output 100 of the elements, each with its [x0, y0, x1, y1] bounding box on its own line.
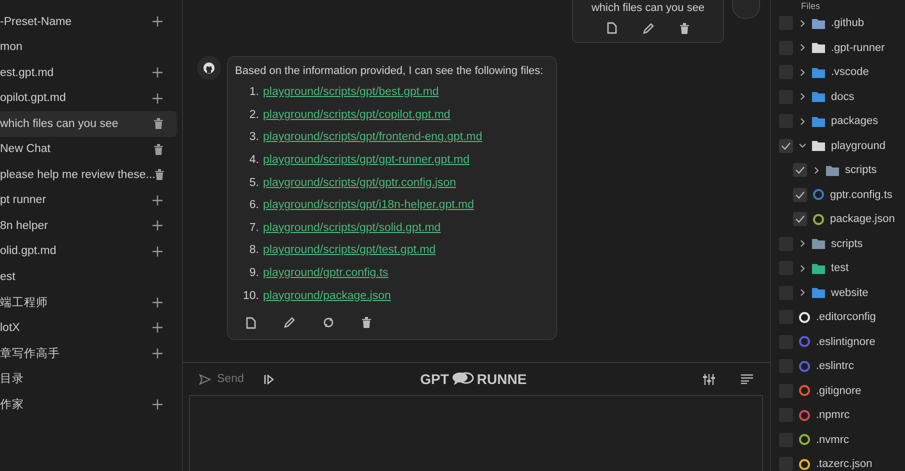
tree-item[interactable]: package.json — [771, 207, 905, 232]
tree-item-label: playground — [831, 140, 886, 152]
tree-item[interactable]: .vscode — [771, 60, 905, 84]
copy-icon[interactable] — [246, 316, 256, 329]
file-link[interactable]: playground/scripts/gpt/solid.gpt.md — [263, 222, 441, 234]
trash-icon[interactable] — [154, 144, 163, 155]
sidebar-item[interactable]: 8n helper — [0, 213, 177, 238]
tree-item[interactable]: website — [771, 280, 905, 305]
tree-item-label: .vscode — [831, 66, 869, 78]
tree-item-label: gptr.config.ts — [830, 188, 892, 201]
plus-icon[interactable] — [152, 194, 163, 206]
chevron-right-icon[interactable] — [799, 118, 806, 125]
tree-item[interactable]: .eslintignore — [771, 330, 905, 354]
play-icon[interactable] — [264, 374, 274, 384]
tree-item-label: .nvmrc — [816, 434, 849, 446]
sidebar-item[interactable]: New Chat — [0, 136, 177, 162]
sidebar-item[interactable]: 章写作高手 — [0, 340, 177, 366]
sidebar-item[interactable]: which files can you see — [0, 111, 177, 136]
trash-icon[interactable] — [155, 169, 164, 180]
sidebar-item[interactable]: est.gpt.md — [0, 60, 177, 86]
pencil-icon[interactable] — [643, 22, 654, 34]
file-link[interactable]: playground/scripts/gpt/best.gpt.md — [263, 86, 439, 98]
sidebar-item[interactable]: est — [0, 264, 177, 290]
sidebar-item[interactable]: 目录 — [0, 366, 177, 392]
plus-icon[interactable] — [152, 92, 163, 104]
tree-item-label: .tazerc.json — [816, 458, 872, 470]
chevron-right-icon[interactable] — [799, 68, 806, 76]
file-link[interactable]: playground/scripts/gpt/frontend-eng.gpt.md — [263, 131, 482, 144]
plus-icon[interactable] — [152, 220, 163, 232]
files-tab[interactable]: Files — [801, 0, 820, 10]
plus-icon[interactable] — [152, 16, 163, 28]
checkbox[interactable] — [779, 138, 793, 153]
trash-icon[interactable] — [680, 22, 689, 34]
tree-item[interactable]: docs — [771, 84, 905, 109]
chevron-right-icon[interactable] — [799, 93, 806, 100]
copy-icon[interactable] — [607, 22, 617, 34]
tree-item-label: scripts — [845, 164, 877, 176]
list-number: 2. — [248, 108, 260, 121]
list-icon[interactable] — [741, 374, 753, 384]
checkbox[interactable] — [793, 163, 807, 178]
tree-item[interactable]: .tazerc.json — [771, 452, 905, 471]
sidebar-item[interactable]: mon — [0, 34, 177, 60]
sidebar-item[interactable]: olid.gpt.md — [0, 238, 177, 264]
message-input-field[interactable] — [189, 395, 763, 471]
chevron-right-icon[interactable] — [799, 289, 806, 296]
tree-item[interactable]: scripts — [771, 232, 905, 256]
tree-item[interactable]: .gitignore — [771, 378, 905, 403]
sidebar-item[interactable]: pt runner — [0, 188, 177, 213]
tree-item[interactable]: .eslintrc — [771, 354, 905, 378]
sidebar-item[interactable]: lotX — [0, 315, 177, 340]
sidebar-item[interactable]: opilot.gpt.md — [0, 86, 177, 111]
message-text: which files can you see — [591, 2, 705, 14]
file-link[interactable]: playground/scripts/gpt/gptr.config.json — [263, 176, 456, 189]
sidebar-item[interactable]: 端工程师 — [0, 290, 177, 315]
trash-icon[interactable] — [362, 317, 371, 328]
sliders-icon[interactable] — [703, 374, 715, 384]
chevron-right-icon[interactable] — [799, 44, 806, 52]
file-link[interactable]: playground/scripts/gpt/copilot.gpt.md — [263, 108, 450, 121]
tree-item[interactable]: test — [771, 256, 905, 280]
pencil-icon[interactable] — [284, 317, 295, 328]
file-link[interactable]: playground/package.json — [263, 290, 391, 302]
tree-item[interactable]: .npmrc — [771, 403, 905, 428]
tree-item[interactable]: .nvmrc — [771, 428, 905, 452]
plus-icon[interactable] — [152, 246, 163, 257]
tree-item[interactable]: .editorconfig — [771, 305, 905, 330]
list-number: 5. — [248, 176, 260, 189]
plus-icon[interactable] — [152, 296, 163, 308]
file-link[interactable]: playground/scripts/gpt/i18n-helper.gpt.md — [263, 199, 474, 212]
tree-item[interactable]: scripts — [771, 158, 905, 182]
tree-item[interactable]: playground — [771, 134, 905, 158]
checkbox[interactable] — [793, 188, 807, 202]
chevron-right-icon[interactable] — [813, 166, 820, 174]
file-link[interactable]: playground/scripts/gpt/gpt-runner.gpt.md — [263, 154, 470, 166]
tree-item[interactable]: .gpt-runner — [771, 36, 905, 60]
plus-icon[interactable] — [152, 67, 163, 78]
plus-icon[interactable] — [152, 398, 163, 410]
file-link[interactable]: playground/gptr.config.ts — [263, 267, 388, 280]
chevron-right-icon[interactable] — [799, 264, 806, 272]
tree-item-label: .editorconfig — [816, 311, 876, 324]
plus-icon[interactable] — [152, 348, 163, 359]
tree-item[interactable]: .github — [771, 11, 905, 36]
logo-text: GPT — [420, 371, 449, 387]
sidebar-item[interactable]: please help me review these... — [0, 162, 177, 188]
tree-item[interactable]: gptr.config.ts — [771, 182, 905, 207]
plus-icon[interactable] — [152, 322, 163, 334]
list-number: 10. — [242, 290, 260, 302]
logo-text: RUNNE — [476, 371, 527, 387]
tree-item[interactable]: packages — [771, 109, 905, 134]
send-icon — [199, 374, 211, 384]
sidebar-item[interactable]: 作家 — [0, 392, 177, 417]
refresh-icon[interactable] — [323, 317, 334, 328]
trash-icon[interactable] — [154, 118, 163, 130]
tree-item-label: package.json — [830, 213, 895, 226]
chevron-right-icon[interactable] — [799, 240, 806, 248]
chevron-down-icon[interactable] — [799, 142, 806, 150]
list-number: 3. — [248, 131, 260, 144]
file-link[interactable]: playground/scripts/gpt/test.gpt.md — [263, 244, 436, 256]
sidebar-item[interactable]: -Preset-Name — [0, 9, 177, 34]
checkbox[interactable] — [793, 212, 807, 226]
chevron-right-icon[interactable] — [799, 20, 806, 27]
